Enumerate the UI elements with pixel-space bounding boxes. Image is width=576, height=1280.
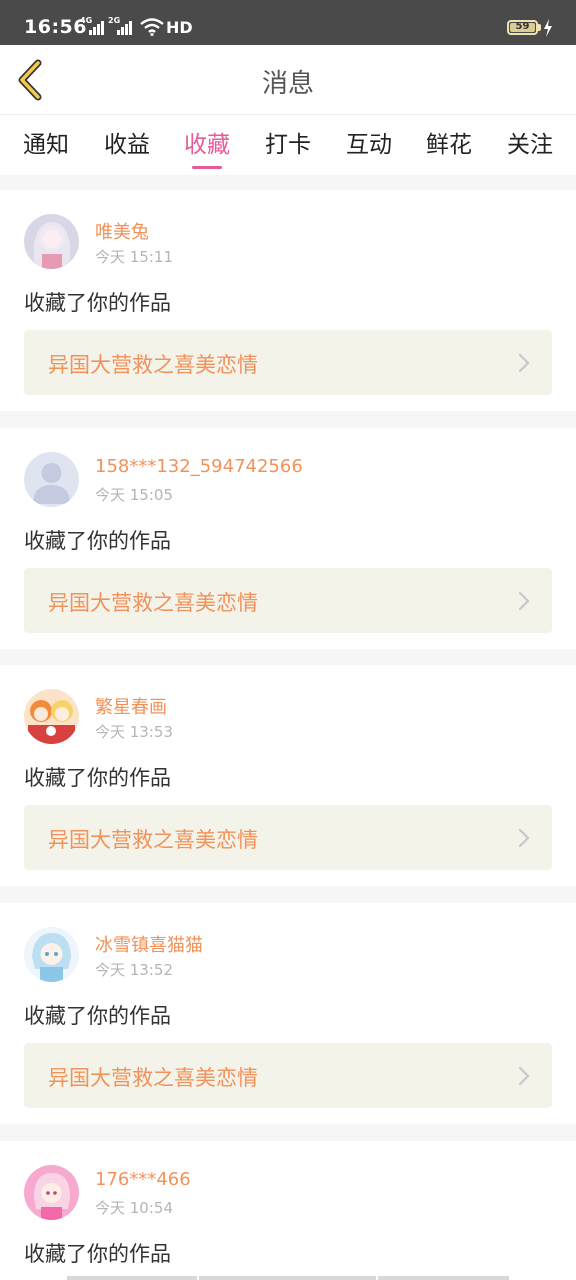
work-link[interactable]: 异国大营救之喜美恋情 xyxy=(24,568,552,633)
work-title: 异国大营救之喜美恋情 xyxy=(48,591,258,615)
action-text: 收藏了你的作品 xyxy=(24,1242,171,1266)
timestamp: 今天 15:11 xyxy=(95,248,173,266)
tab-flowers[interactable]: 鲜花 xyxy=(409,125,489,169)
avatar[interactable] xyxy=(24,689,79,744)
chevron-right-icon xyxy=(518,828,530,848)
header: 消息 xyxy=(0,45,576,115)
work-title: 异国大营救之喜美恋情 xyxy=(48,353,258,377)
tab-bar: 通知 收益 收藏 打卡 互动 鲜花 关注 xyxy=(0,115,576,175)
tab-follow[interactable]: 关注 xyxy=(490,125,570,169)
tab-underline xyxy=(192,166,222,169)
work-title: 异国大营救之喜美恋情 xyxy=(48,1066,258,1090)
page-title: 消息 xyxy=(261,69,314,99)
tab-checkin[interactable]: 打卡 xyxy=(248,125,328,169)
tab-label: 通知 xyxy=(23,132,69,158)
list-item: 冰雪镇喜猫猫 今天 13:52 收藏了你的作品 异国大营救之喜美恋情 xyxy=(0,903,576,1124)
list-item: 唯美兔 今天 15:11 收藏了你的作品 异国大营救之喜美恋情 xyxy=(0,190,576,411)
action-text: 收藏了你的作品 xyxy=(24,1004,171,1028)
work-link[interactable]: 异国大营救之喜美恋情 xyxy=(24,805,552,870)
tab-earnings[interactable]: 收益 xyxy=(87,125,167,169)
timestamp: 今天 13:53 xyxy=(95,723,173,741)
wifi-icon xyxy=(140,18,164,36)
timestamp: 今天 13:52 xyxy=(95,961,173,979)
hd-indicator: HD xyxy=(166,18,193,37)
battery-level: 59 xyxy=(515,21,530,32)
bottom-bar-fragment xyxy=(199,1276,376,1280)
work-link[interactable]: 异国大营救之喜美恋情 xyxy=(24,330,552,395)
chevron-right-icon xyxy=(518,353,530,373)
status-time: 16:56 xyxy=(24,16,87,38)
tab-interaction[interactable]: 互动 xyxy=(329,125,409,169)
timestamp: 今天 10:54 xyxy=(95,1199,173,1217)
tab-label: 收益 xyxy=(104,132,150,158)
bottom-bar-fragment xyxy=(67,1276,197,1280)
tab-label: 收藏 xyxy=(184,132,230,158)
tab-favorites[interactable]: 收藏 xyxy=(167,125,247,169)
avatar[interactable] xyxy=(24,452,79,507)
tab-label: 打卡 xyxy=(265,132,311,158)
user-name[interactable]: 158***132_594742566 xyxy=(95,456,303,477)
status-bar: 16:56 4G 2G HD 59 xyxy=(0,0,576,45)
action-text: 收藏了你的作品 xyxy=(24,529,171,553)
chevron-right-icon xyxy=(518,1066,530,1086)
charging-icon xyxy=(544,19,552,37)
user-name[interactable]: 176***466 xyxy=(95,1169,191,1190)
avatar[interactable] xyxy=(24,214,79,269)
list-item: 繁星春画 今天 13:53 收藏了你的作品 异国大营救之喜美恋情 xyxy=(0,665,576,886)
list-item: 158***132_594742566 今天 15:05 收藏了你的作品 异国大… xyxy=(0,428,576,649)
avatar[interactable] xyxy=(24,927,79,982)
work-title: 异国大营救之喜美恋情 xyxy=(48,828,258,852)
user-name[interactable]: 繁星春画 xyxy=(95,693,167,719)
work-link[interactable]: 异国大营救之喜美恋情 xyxy=(24,1043,552,1108)
tab-notice[interactable]: 通知 xyxy=(6,125,86,169)
battery-icon: 59 xyxy=(507,20,538,35)
list-item: 176***466 今天 10:54 收藏了你的作品 xyxy=(0,1141,576,1280)
chevron-right-icon xyxy=(518,591,530,611)
avatar[interactable] xyxy=(24,1165,79,1220)
action-text: 收藏了你的作品 xyxy=(24,766,171,790)
tab-label: 关注 xyxy=(507,132,553,158)
timestamp: 今天 15:05 xyxy=(95,486,173,504)
bottom-bar-fragment xyxy=(378,1276,509,1280)
user-name[interactable]: 唯美兔 xyxy=(95,218,149,244)
action-text: 收藏了你的作品 xyxy=(24,291,171,315)
tab-label: 鲜花 xyxy=(426,132,472,158)
user-name[interactable]: 冰雪镇喜猫猫 xyxy=(95,931,203,957)
tab-label: 互动 xyxy=(346,132,392,158)
